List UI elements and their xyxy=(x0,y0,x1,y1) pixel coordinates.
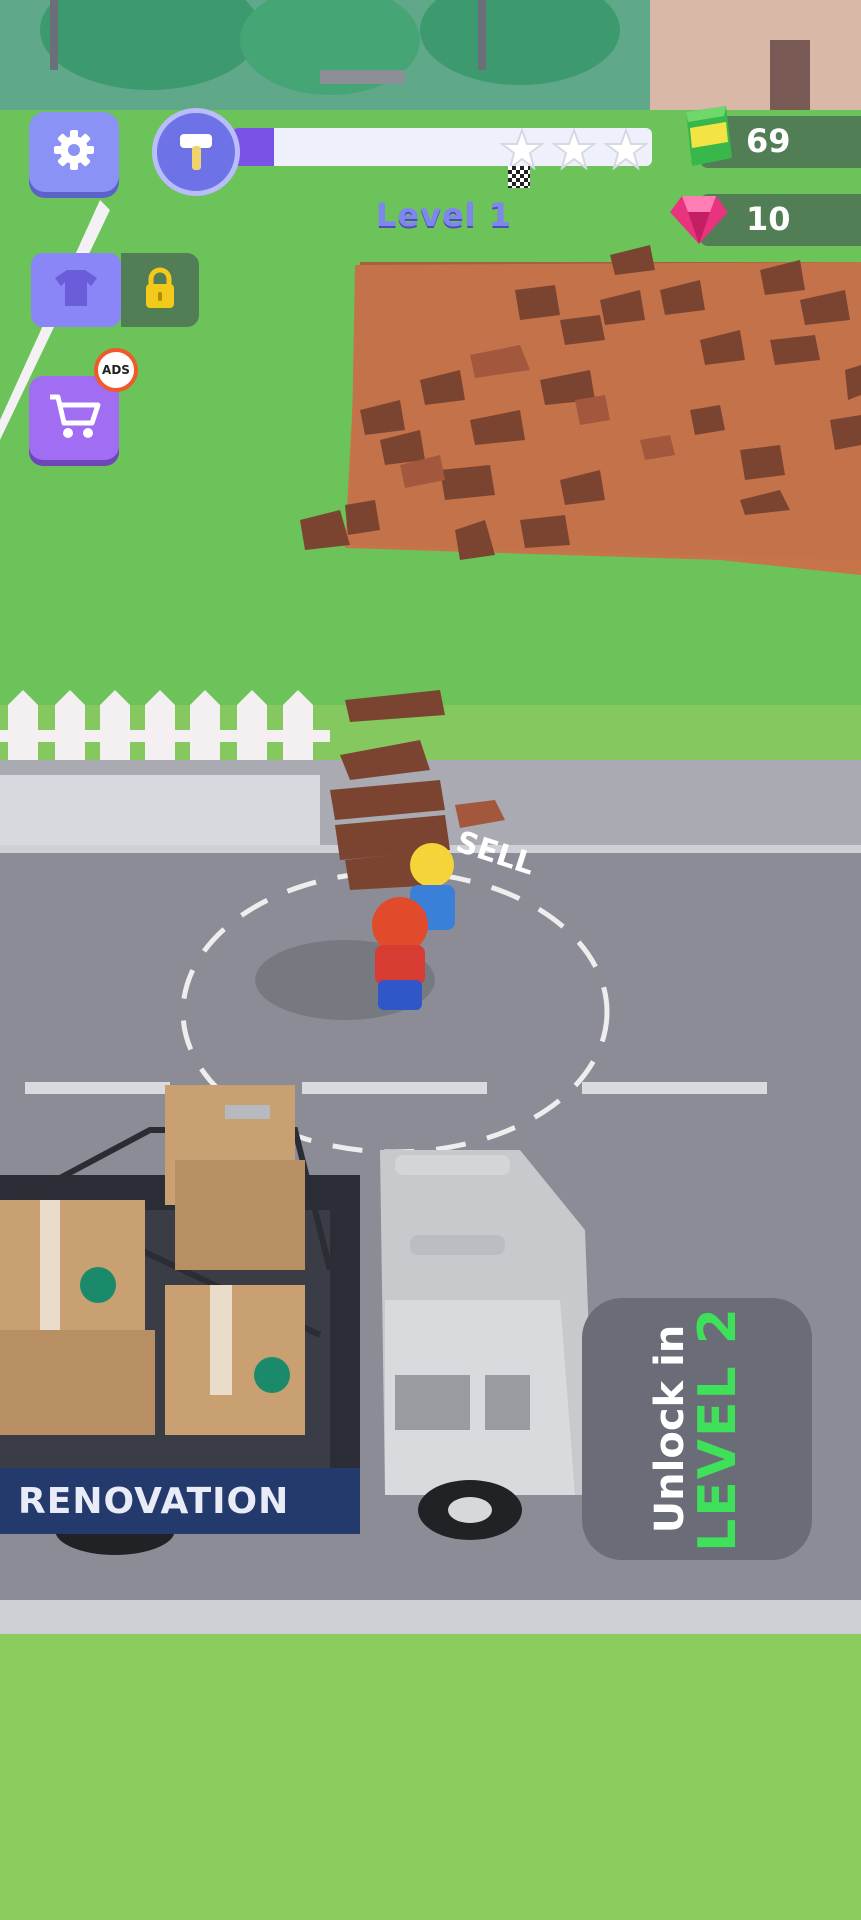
level-stars xyxy=(500,128,655,170)
gem-icon xyxy=(668,190,730,250)
no-ads-icon[interactable]: ADS xyxy=(94,348,138,392)
hammer-badge xyxy=(152,108,240,196)
star-icon xyxy=(500,128,544,170)
lock-icon xyxy=(142,266,178,314)
level-label: Level 1 xyxy=(376,196,513,234)
shirt-icon xyxy=(53,268,99,312)
unlock-pad: Unlock in LEVEL 2 xyxy=(582,1298,812,1560)
skins-locked-panel xyxy=(121,253,199,327)
truck-sign: RENOVATION xyxy=(0,1468,360,1534)
finish-flag-icon xyxy=(508,166,530,188)
cash-icon xyxy=(676,102,736,176)
truck-sign-text: RENOVATION xyxy=(18,1480,290,1522)
settings-button[interactable] xyxy=(29,112,119,192)
cash-value: 69 xyxy=(746,122,791,160)
gem-value: 10 xyxy=(746,200,791,238)
unlock-level-text: LEVEL 2 xyxy=(687,1306,748,1552)
star-icon xyxy=(604,128,648,170)
cart-icon xyxy=(46,391,102,445)
gear-icon xyxy=(50,126,98,178)
star-icon xyxy=(552,128,596,170)
skins-button[interactable] xyxy=(31,253,121,327)
hammer-icon xyxy=(172,126,220,178)
no-ads-label: ADS xyxy=(102,363,130,377)
unlock-text: Unlock in xyxy=(646,1324,693,1534)
